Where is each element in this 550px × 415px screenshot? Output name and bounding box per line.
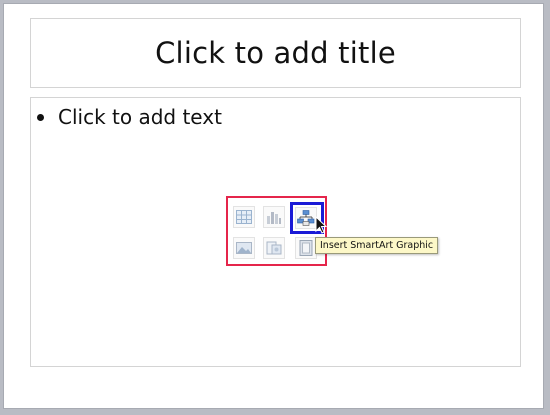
insert-table-icon — [236, 210, 252, 224]
insert-picture-icon — [236, 242, 252, 254]
insert-media-button[interactable] — [295, 237, 317, 259]
mouse-pointer-icon — [315, 216, 327, 234]
insert-chart-icon — [267, 212, 281, 224]
bullet-icon — [37, 113, 44, 121]
title-placeholder[interactable]: Click to add title — [30, 18, 521, 88]
insert-picture-button[interactable] — [233, 237, 255, 259]
insert-table-button[interactable] — [233, 206, 255, 228]
insert-clip-art-icon — [266, 241, 282, 255]
smartart-tooltip: Insert SmartArt Graphic — [315, 237, 439, 254]
bullet-item: Click to add text — [37, 105, 222, 129]
insert-media-icon — [299, 240, 313, 256]
insert-clip-art-button[interactable] — [263, 237, 285, 259]
insert-chart-button[interactable] — [263, 206, 285, 228]
slide-canvas: Click to add title Click to add text Ins… — [3, 3, 544, 409]
title-placeholder-text: Click to add title — [155, 36, 396, 70]
content-placeholder-text: Click to add text — [58, 105, 222, 129]
